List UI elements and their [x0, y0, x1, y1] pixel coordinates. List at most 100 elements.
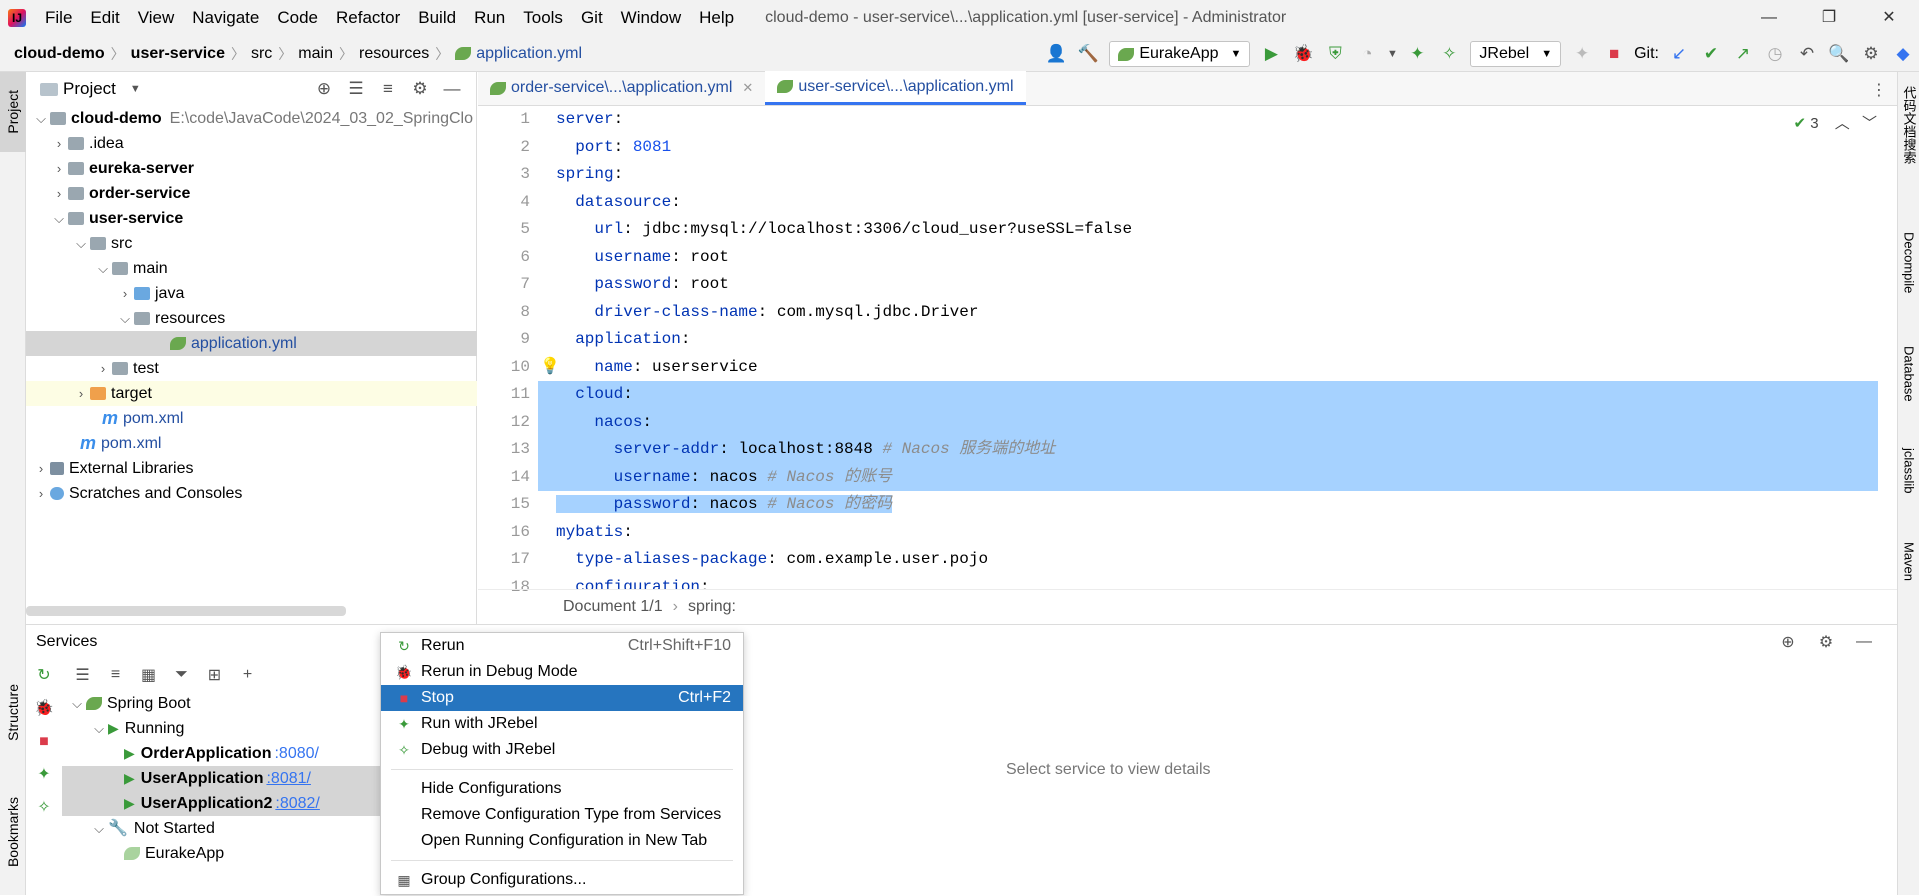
menu-edit[interactable]: Edit — [81, 0, 128, 36]
breadcrumb-cloud-demo[interactable]: cloud-demo — [0, 45, 111, 63]
chevron-down-icon[interactable]: ⌵ — [94, 256, 112, 281]
jrebel-run-icon[interactable]: ✦ — [1401, 44, 1433, 64]
coverage-icon[interactable]: ⛨ — [1319, 44, 1351, 64]
tree-item[interactable]: › java — [26, 281, 477, 306]
document-indicator[interactable]: Document 1/1 — [563, 598, 663, 616]
menu-code[interactable]: Code — [268, 0, 327, 36]
close-tab-icon[interactable]: ✕ — [742, 80, 753, 96]
tab-user-service-yml[interactable]: user-service\...\application.yml — [765, 71, 1026, 105]
jrebel-debug-icon[interactable]: ✧ — [26, 791, 62, 824]
tree-item[interactable]: › target — [26, 381, 477, 406]
hide-icon[interactable]: — — [1845, 633, 1883, 651]
tree-item[interactable]: › eureka-server — [26, 156, 477, 181]
git-push-icon[interactable]: ↗ — [1727, 44, 1759, 64]
hide-icon[interactable]: — — [436, 79, 468, 99]
code-editor[interactable]: server: port: 8081 spring: datasource: u… — [538, 106, 1878, 589]
chevron-right-icon[interactable]: › — [32, 481, 50, 506]
filter-icon[interactable]: ⏷ — [165, 666, 198, 684]
menu-item-rerun-debug[interactable]: 🐞 Rerun in Debug Mode — [381, 659, 743, 685]
history-icon[interactable]: ◷ — [1759, 44, 1791, 64]
run-icon[interactable]: ▶ — [1255, 44, 1287, 64]
tree-item[interactable]: ⌵ resources — [26, 306, 477, 331]
tree-item[interactable]: m pom.xml — [26, 406, 477, 431]
chevron-down-icon[interactable]: ⌵ — [50, 206, 68, 231]
breadcrumb-src[interactable]: src — [245, 45, 278, 63]
menu-item-remove-configuration-type[interactable]: Remove Configuration Type from Services — [381, 802, 743, 828]
search-icon[interactable]: 🔍 — [1823, 44, 1855, 64]
tree-item[interactable]: ⌵ Spring Boot — [62, 691, 406, 716]
tab-project[interactable]: Project — [0, 72, 26, 152]
menu-item-rerun[interactable]: ↻ Rerun Ctrl+Shift+F10 — [381, 633, 743, 659]
add-service-icon[interactable]: + — [231, 666, 264, 684]
chevron-down-icon[interactable]: ⌵ — [90, 816, 108, 841]
tree-item[interactable]: › test — [26, 356, 477, 381]
tree-item[interactable]: › External Libraries — [26, 456, 477, 481]
tab-doc-search[interactable]: 代码文档搜索 — [1898, 86, 1919, 164]
settings-gear-icon[interactable]: ⚙ — [1855, 44, 1887, 64]
menu-item-group-configurations[interactable]: ▦ Group Configurations... — [381, 867, 743, 893]
project-title[interactable]: Project — [63, 79, 116, 99]
expand-all-icon[interactable]: ☰ — [340, 79, 372, 99]
menu-item-debug-jrebel[interactable]: ✧ Debug with JRebel — [381, 737, 743, 763]
close-window-button[interactable]: ✕ — [1859, 0, 1919, 36]
options-gear-icon[interactable]: ⚙ — [404, 79, 436, 99]
chevron-down-icon[interactable]: ⌵ — [32, 106, 50, 131]
menu-run[interactable]: Run — [465, 0, 514, 36]
tab-bookmarks[interactable]: Bookmarks — [0, 782, 26, 882]
tree-item[interactable]: ⌵ ▶ Running — [62, 716, 406, 741]
menu-item-stop[interactable]: ■ Stop Ctrl+F2 — [381, 685, 743, 711]
menu-git[interactable]: Git — [572, 0, 612, 36]
more-tabs-icon[interactable]: ⋮ — [1871, 80, 1887, 100]
jrebel-select[interactable]: JRebel ▼ — [1470, 41, 1562, 67]
build-hammer-icon[interactable]: 🔨 — [1072, 44, 1104, 64]
tab-jclasslib[interactable]: jclasslib — [1898, 448, 1919, 494]
horizontal-scrollbar[interactable] — [26, 606, 346, 616]
chevron-right-icon[interactable]: › — [116, 281, 134, 306]
locate-icon[interactable]: ⊕ — [308, 79, 340, 99]
tree-item[interactable]: › .idea — [26, 131, 477, 156]
menu-help[interactable]: Help — [690, 0, 743, 36]
menu-view[interactable]: View — [129, 0, 184, 36]
yaml-path[interactable]: spring: — [688, 598, 736, 616]
tree-item[interactable]: ⌵ cloud-demo E:\code\JavaCode\2024_03_02_S… — [26, 106, 477, 131]
expand-all-icon[interactable]: ☰ — [66, 665, 99, 685]
menu-navigate[interactable]: Navigate — [183, 0, 268, 36]
more-run-chevron-icon[interactable]: ▼ — [1383, 48, 1401, 60]
target-icon[interactable]: ⊕ — [1769, 632, 1807, 652]
menu-build[interactable]: Build — [409, 0, 465, 36]
tree-item[interactable]: ⌵ src — [26, 231, 477, 256]
menu-refactor[interactable]: Refactor — [327, 0, 409, 36]
breadcrumb-user-service[interactable]: user-service — [125, 45, 231, 63]
group-by-icon[interactable]: ▦ — [132, 665, 165, 685]
tree-item[interactable]: › order-service — [26, 181, 477, 206]
menu-tools[interactable]: Tools — [514, 0, 572, 36]
menu-file[interactable]: File — [36, 0, 81, 36]
breadcrumb-resources[interactable]: resources — [353, 45, 435, 63]
collapse-all-icon[interactable]: ≡ — [99, 666, 132, 684]
git-update-icon[interactable]: ↙ — [1663, 44, 1695, 64]
chevron-down-icon[interactable]: ⌵ — [68, 691, 86, 716]
debug-icon[interactable]: 🐞 — [26, 692, 62, 725]
tree-item[interactable]: ⌵ main — [26, 256, 477, 281]
tree-item-selected[interactable]: ▶ UserApplication2:8082/ — [62, 791, 406, 816]
rollback-icon[interactable]: ↶ — [1791, 44, 1823, 64]
menu-item-open-in-new-tab[interactable]: Open Running Configuration in New Tab — [381, 828, 743, 854]
menu-item-hide-configurations[interactable]: Hide Configurations — [381, 776, 743, 802]
breadcrumb-main[interactable]: main — [292, 45, 339, 63]
jrebel-debug-icon[interactable]: ✧ — [1433, 44, 1465, 64]
tab-structure[interactable]: Structure — [0, 672, 26, 752]
chevron-right-icon[interactable]: › — [50, 131, 68, 156]
menu-item-run-jrebel[interactable]: ✦ Run with JRebel — [381, 711, 743, 737]
jrebel-run-icon[interactable]: ✦ — [26, 758, 62, 791]
chevron-right-icon[interactable]: › — [50, 181, 68, 206]
tree-item[interactable]: ▶ OrderApplication:8080/ — [62, 741, 406, 766]
chevron-down-icon[interactable]: ▼ — [130, 83, 141, 95]
stop-icon[interactable]: ■ — [1598, 44, 1630, 64]
tab-order-service-yml[interactable]: order-service\...\application.yml ✕ — [478, 71, 765, 105]
new-tab-icon[interactable]: ⊞ — [198, 665, 231, 685]
jetbrains-toolbox-icon[interactable]: ◆ — [1887, 44, 1919, 64]
chevron-down-icon[interactable]: ⌵ — [90, 716, 108, 741]
tree-item[interactable]: EurakeApp — [62, 841, 406, 866]
tree-item[interactable]: › Scratches and Consoles — [26, 481, 477, 506]
menu-window[interactable]: Window — [612, 0, 690, 36]
